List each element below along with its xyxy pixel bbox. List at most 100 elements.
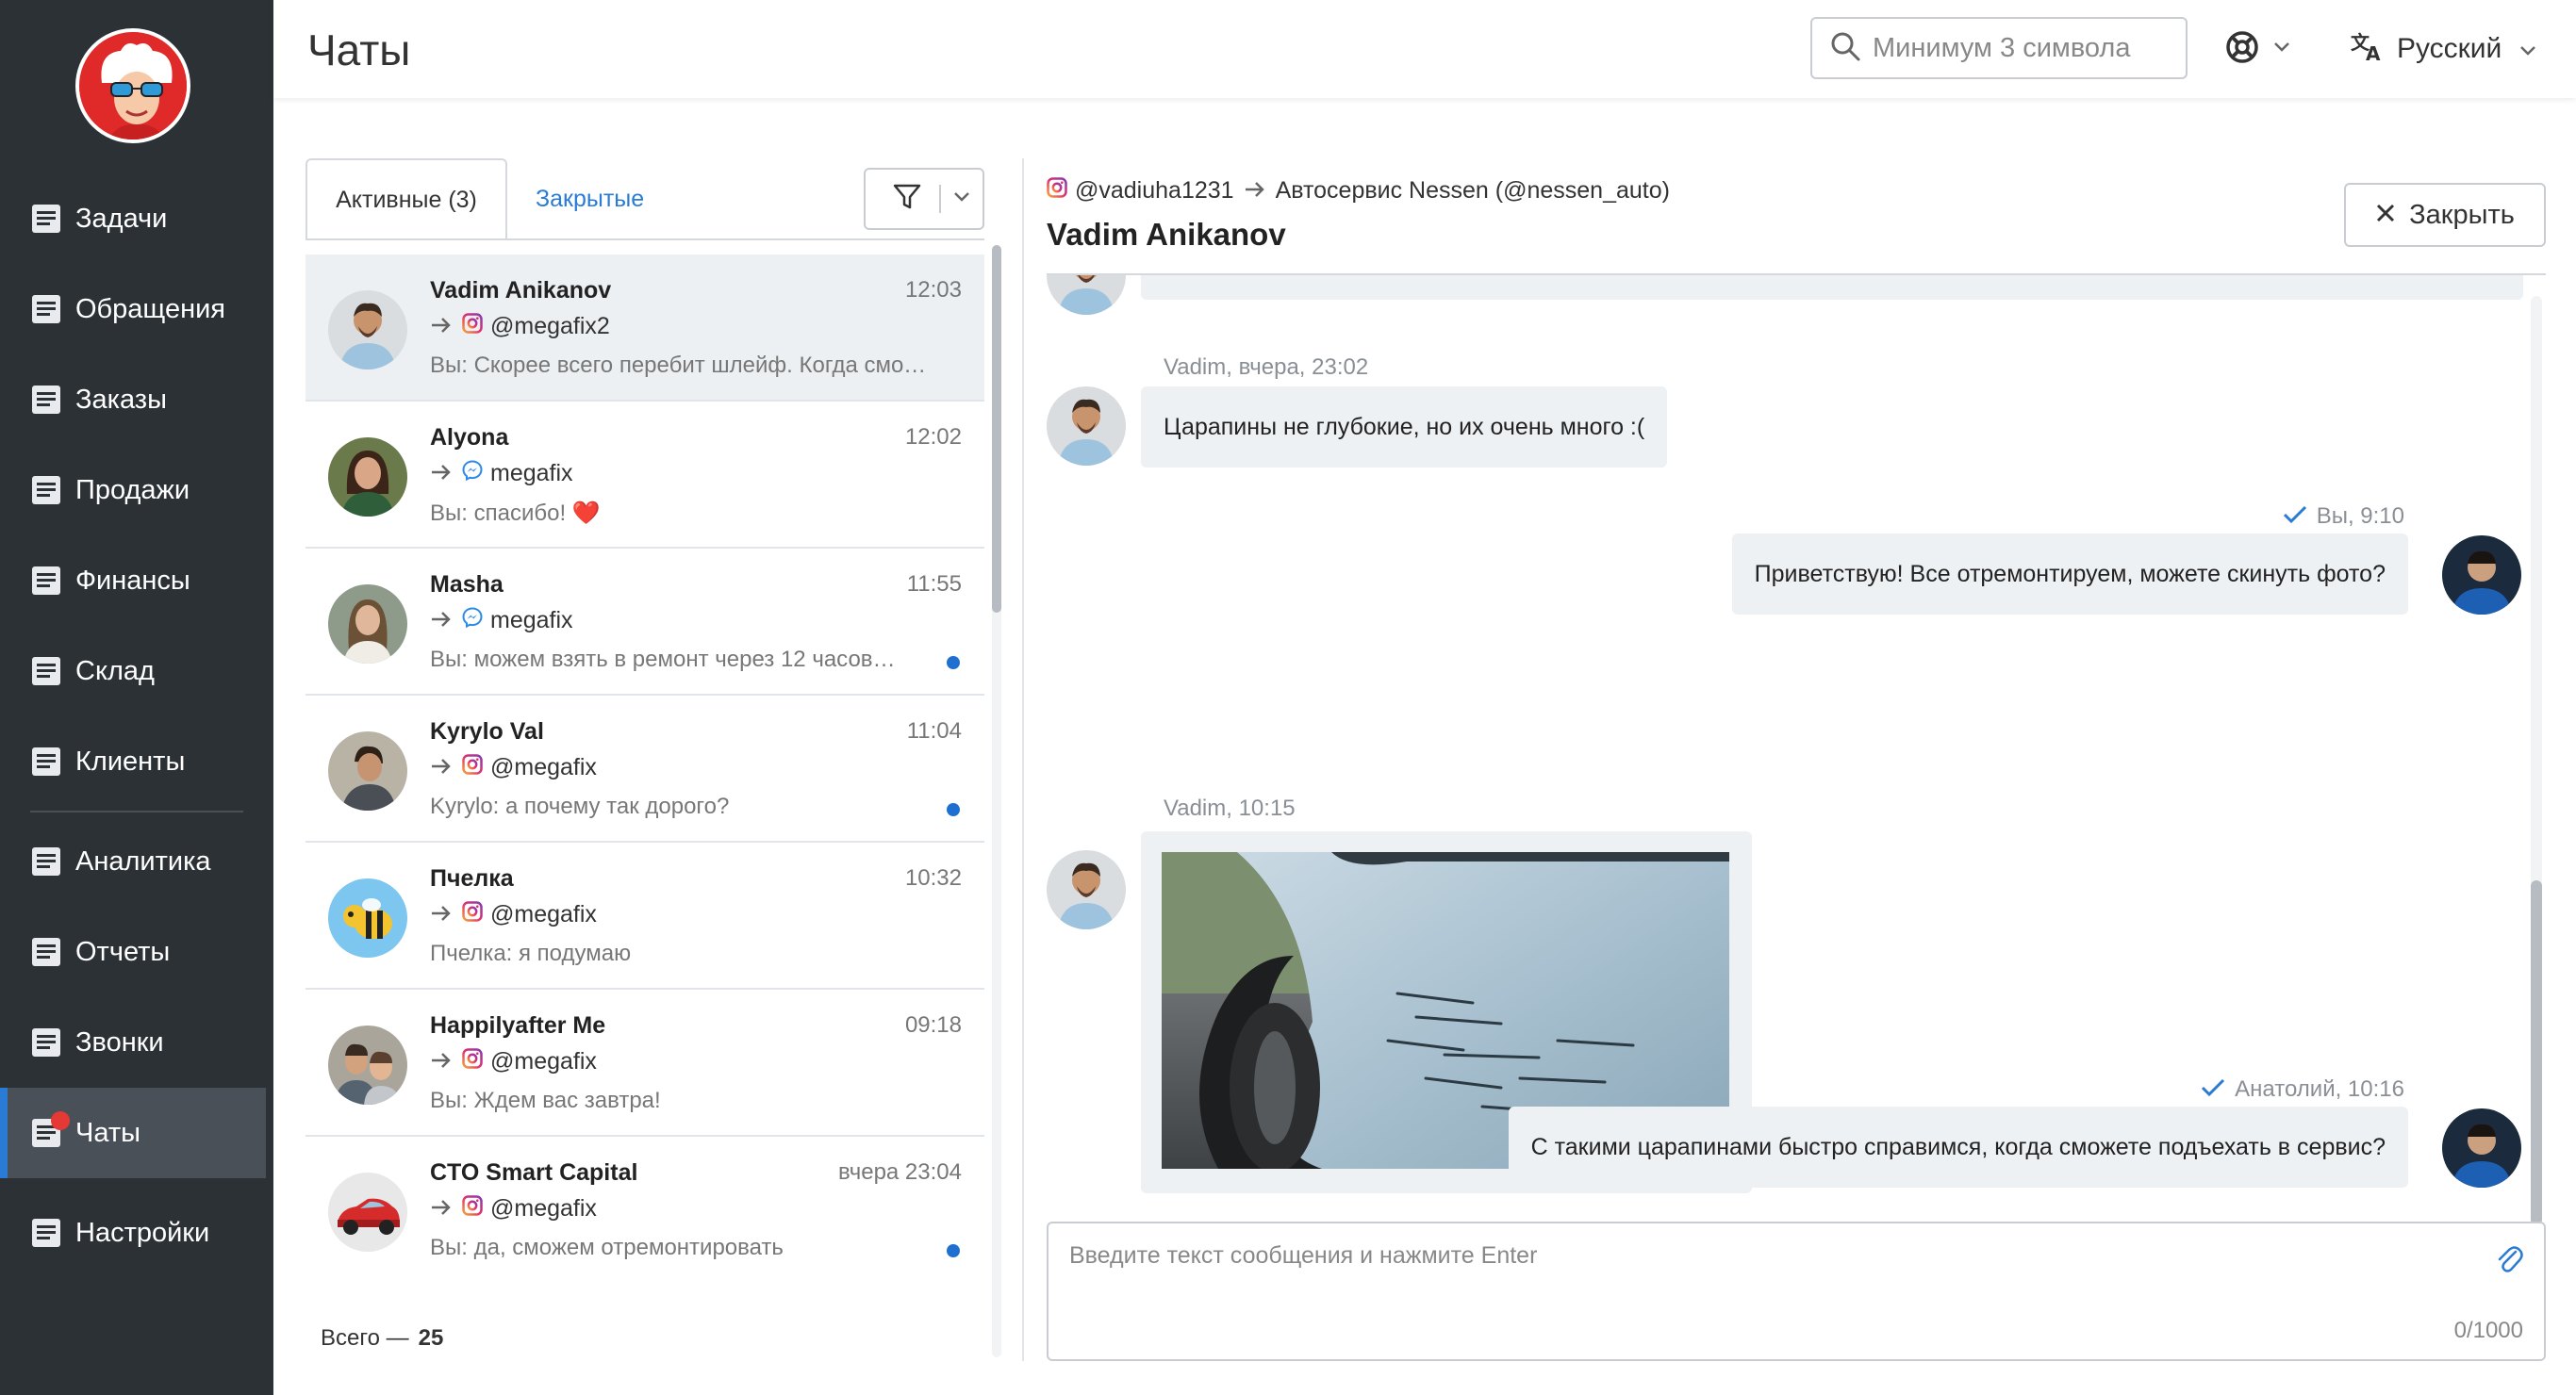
language-selector[interactable]: 文A Русский [2350,28,2537,70]
chat-list-item[interactable]: Happilyafter Me 09:18 @megafix Вы: Ждем … [305,990,984,1137]
chevron-down-icon [952,190,971,208]
sidebar-item-label: Обращения [75,293,226,324]
close-icon [2375,200,2396,231]
instagram-icon [462,901,483,928]
instagram-icon [462,1048,483,1075]
arrow-right-icon [430,1195,453,1223]
chat-time: 10:32 [904,865,962,891]
arrow-right-icon [430,1048,453,1075]
search-box[interactable] [1810,17,2188,79]
message-meta: Вы, 9:10 [2283,501,2404,531]
chat-preview: Вы: спасибо! ❤️ [430,501,601,526]
total-label: Всего — [321,1325,409,1351]
sidebar-item-settings[interactable]: Настройки [0,1188,266,1278]
total-count: Всего — 25 [321,1325,443,1352]
sidebar: Задачи Обращения Заказы Продажи Финансы … [0,0,273,1395]
sidebar-item-label: Звонки [75,1026,164,1058]
sidebar-item-orders[interactable]: Заказы [0,354,266,445]
avatar [328,290,407,369]
checkmark-icon [2201,1075,2225,1104]
avatar [328,1026,407,1105]
message-meta: Vadim, вчера, 23:02 [1164,354,1369,380]
instagram-icon [462,1195,483,1223]
list-icon [30,936,62,968]
sidebar-item-requests[interactable]: Обращения [0,264,266,354]
scrollbar-thumb[interactable] [2531,880,2542,1225]
avatar [328,731,407,811]
search-icon [1829,30,1861,67]
avatar [328,437,407,517]
close-chat-button[interactable]: Закрыть [2344,183,2546,247]
chat-list-scrollbar[interactable] [992,245,1001,1357]
list-icon [30,1217,62,1249]
chat-contact-name: Vadim Anikanov [430,277,612,304]
chat-list-item[interactable]: Alyona 12:02 megafix Вы: спасибо! ❤️ [305,402,984,549]
arrow-right-icon [430,460,453,487]
top-header: Чаты 文A Русский [273,0,2576,98]
chat-list-item[interactable]: Masha 11:55 megafix Вы: можем взять в ре… [305,549,984,696]
lifebuoy-icon [2225,30,2259,69]
conversation-from: @vadiuha1231 [1075,177,1234,204]
chat-list-item[interactable]: Пчелка 10:32 @megafix Пчелка: я подумаю [305,843,984,990]
chat-contact-name: Kyrylo Val [430,718,544,745]
sidebar-item-tasks[interactable]: Задачи [0,173,266,264]
conversation-scrollbar[interactable] [2531,296,2542,1225]
character-counter: 0/1000 [2453,1318,2523,1343]
instagram-icon [1047,177,1067,205]
panel-divider [1022,158,1024,1361]
translate-icon: 文A [2350,28,2384,70]
chat-contact-name: Happilyafter Me [430,1012,606,1039]
chat-time: 11:04 [906,718,962,744]
chat-contact-name: Пчелка [430,865,514,892]
arrow-right-icon [430,607,453,634]
instagram-icon [462,754,483,781]
chat-list-item[interactable]: Kyrylo Val 11:04 @megafix Kyrylo: а поче… [305,696,984,843]
sidebar-item-reports[interactable]: Отчеты [0,907,266,997]
sidebar-item-label: Склад [75,655,155,686]
chat-list-panel: Активные (3) Закрытые Vadim Anikanov 12:… [305,158,1001,1365]
chat-list-item[interactable]: Vadim Anikanov 12:03 @megafix2 Вы: Скоре… [305,254,984,402]
chevron-down-icon [2272,41,2291,58]
sidebar-item-chats[interactable]: Чаты [0,1088,266,1178]
instagram-icon [462,313,483,340]
chat-route: @megafix [430,1048,597,1075]
filter-button[interactable] [864,168,984,230]
chat-preview: Вы: можем взять в ремонт через 12 часов,… [430,647,901,672]
message-input[interactable] [1069,1242,2455,1318]
chat-account: @megafix [490,1195,597,1222]
notification-badge [51,1111,70,1130]
paperclip-icon[interactable] [2495,1242,2523,1279]
chat-account: @megafix2 [490,313,610,339]
avatar [328,878,407,958]
conversation-title: Vadim Anikanov [1047,217,1286,252]
tab-active[interactable]: Активные (3) [305,158,507,239]
filter-icon [892,182,922,217]
logo[interactable] [75,28,190,143]
search-input[interactable] [1873,32,2174,64]
divider [939,185,941,213]
help-menu-button[interactable] [2225,28,2291,70]
chat-list-item[interactable]: CTO Smart Capital вчера 23:04 @megafix В… [305,1137,984,1272]
sidebar-item-sales[interactable]: Продажи [0,445,266,535]
close-chat-label: Закрыть [2409,199,2515,230]
message-bubble-outgoing: С такими царапинами быстро справимся, ко… [1508,1107,2408,1188]
arrow-right-icon [430,313,453,340]
sidebar-item-label: Заказы [75,384,167,415]
chat-contact-name: CTO Smart Capital [430,1159,638,1186]
message-composer: 0/1000 [1047,1222,2546,1361]
message-thread: Vadim, вчера, 23:02 Царапины не глубокие… [1047,275,2536,1222]
sidebar-item-clients[interactable]: Клиенты [0,716,266,807]
list-icon [30,1111,70,1149]
tab-closed[interactable]: Закрытые [536,158,644,239]
sidebar-item-calls[interactable]: Звонки [0,997,266,1088]
list-icon [30,565,62,597]
scrollbar-thumb[interactable] [992,245,1001,613]
list-icon [30,384,62,416]
sidebar-item-finance[interactable]: Финансы [0,535,266,626]
chat-time: 12:03 [904,277,962,303]
sidebar-item-warehouse[interactable]: Склад [0,626,266,716]
sidebar-item-analytics[interactable]: Аналитика [0,816,266,907]
chat-route: megafix [430,460,573,487]
chat-time: вчера 23:04 [838,1159,962,1185]
avatar [328,1173,407,1252]
